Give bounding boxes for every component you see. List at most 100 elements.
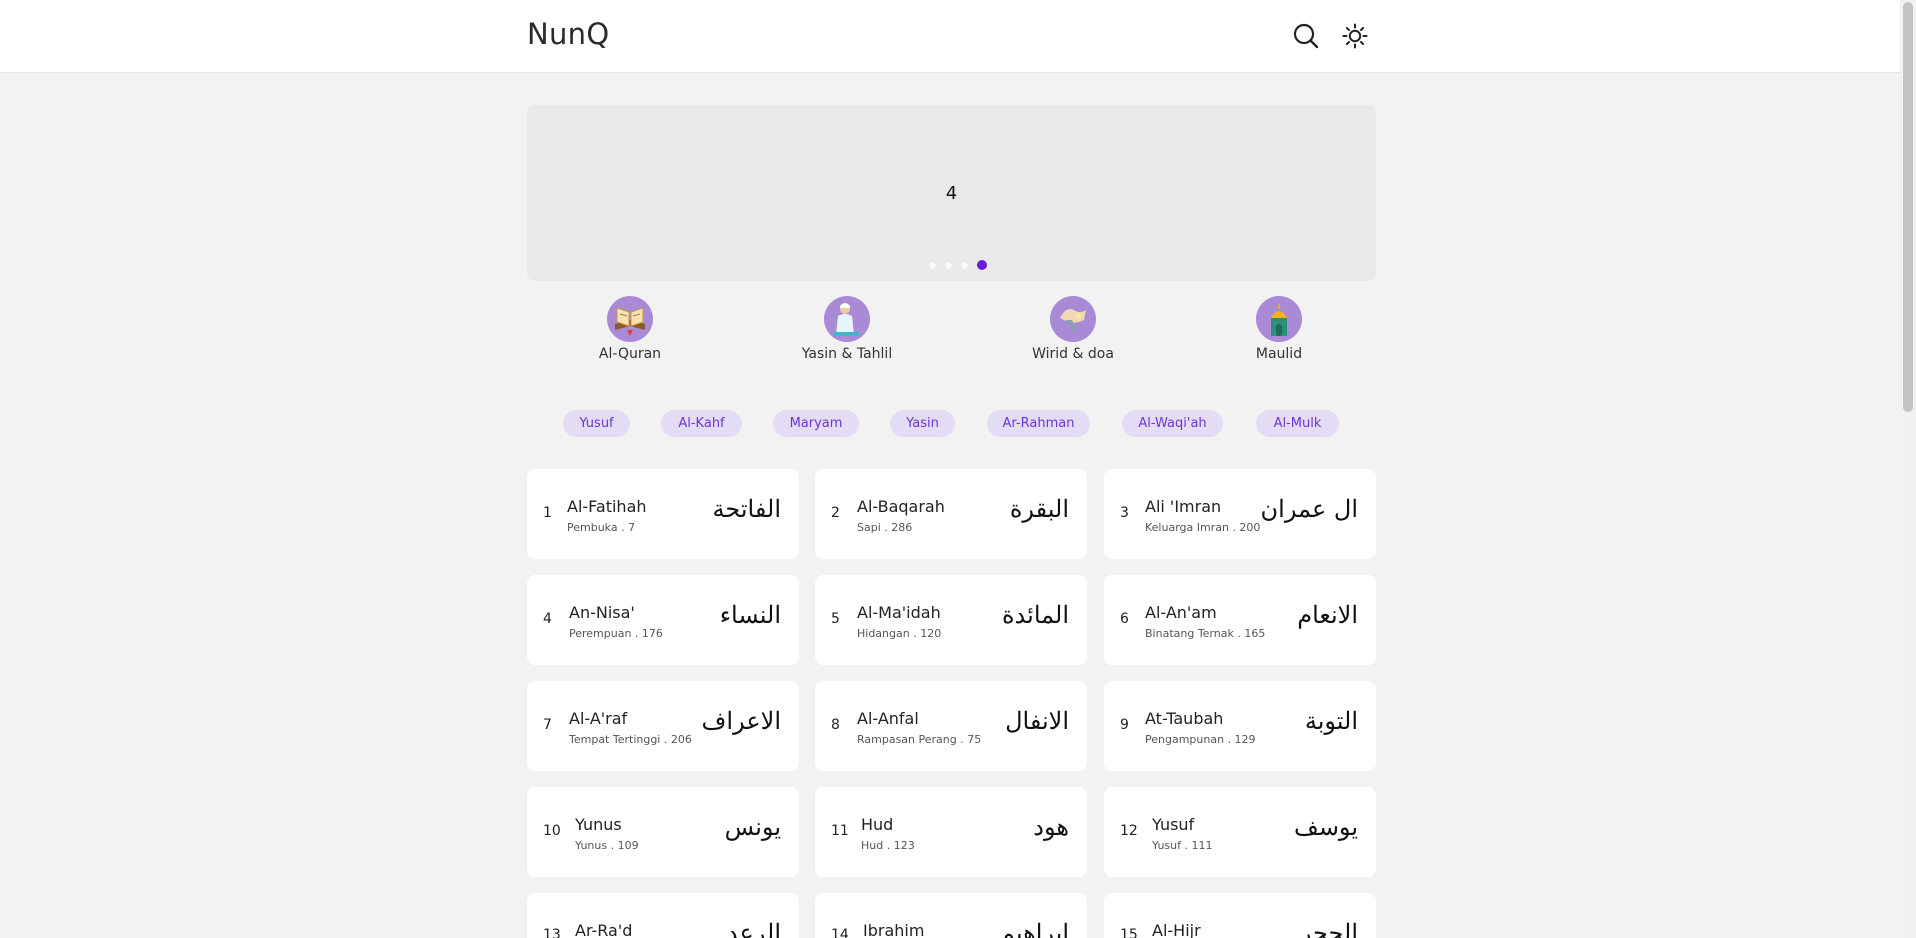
surah-meaning: Perempuan . 176 [569, 627, 663, 640]
surah-number: 2 [831, 505, 840, 521]
theme-toggle-button[interactable] [1337, 18, 1373, 54]
prayer-hands-icon [1050, 296, 1096, 342]
quick-link-chip[interactable]: Al-Mulk [1256, 410, 1339, 437]
surah-name: Al-An'am [1145, 603, 1217, 622]
surah-card[interactable]: 14 Ibrahim ابراهيم [815, 893, 1087, 938]
carousel-slide-number: 4 [945, 183, 958, 204]
surah-card[interactable]: 3 Ali 'Imran Keluarga Imran . 200 ال عمر… [1104, 469, 1376, 559]
surah-name: An-Nisa' [569, 603, 635, 622]
surah-name: Hud [861, 815, 894, 834]
surah-card[interactable]: 13 Ar-Ra'd الرعد [527, 893, 799, 938]
surah-name: Ibrahim [863, 921, 925, 938]
menu-item-maulid[interactable]: Maulid [1189, 296, 1369, 362]
surah-number: 3 [1120, 505, 1129, 521]
praying-person-icon [824, 296, 870, 342]
menu-item-al-quran[interactable]: Al-Quran [540, 296, 720, 362]
surah-card[interactable]: 15 Al-Hijr الحجر [1104, 893, 1376, 938]
surah-arabic-name: المائدة [1001, 601, 1069, 629]
surah-name: Yunus [575, 815, 622, 834]
surah-meaning: Yunus . 109 [575, 839, 639, 852]
surah-card[interactable]: 1 Al-Fatihah Pembuka . 7 الفاتحة [527, 469, 799, 559]
carousel-dot[interactable] [929, 262, 936, 269]
surah-card[interactable]: 8 Al-Anfal Rampasan Perang . 75 الانفال [815, 681, 1087, 771]
carousel-pagination [0, 260, 1916, 270]
page-scrollbar[interactable] [1900, 0, 1916, 938]
carousel-dot[interactable] [945, 262, 952, 269]
surah-meaning: Binatang Ternak . 165 [1145, 627, 1266, 640]
surah-arabic-name: الانعام [1297, 601, 1358, 629]
app-logo[interactable]: NunQ [527, 17, 609, 51]
surah-number: 8 [831, 717, 840, 733]
surah-card[interactable]: 6 Al-An'am Binatang Ternak . 165 الانعام [1104, 575, 1376, 665]
surah-arabic-name: هود [1033, 813, 1069, 841]
surah-card[interactable]: 2 Al-Baqarah Sapi . 286 البقرة [815, 469, 1087, 559]
surah-number: 14 [831, 927, 849, 938]
surah-number: 13 [543, 927, 561, 938]
surah-meaning: Hidangan . 120 [857, 627, 942, 640]
menu-item-label: Maulid [1255, 346, 1303, 362]
scrollbar-thumb[interactable] [1903, 2, 1913, 412]
carousel-dot-active[interactable] [977, 260, 987, 270]
sun-icon [1342, 23, 1368, 49]
surah-name: Al-Ma'idah [857, 603, 941, 622]
surah-arabic-name: يوسف [1293, 813, 1358, 841]
surah-number: 5 [831, 611, 840, 627]
surah-name: Al-Fatihah [567, 497, 647, 516]
carousel-dot[interactable] [961, 262, 968, 269]
surah-card[interactable]: 4 An-Nisa' Perempuan . 176 النساء [527, 575, 799, 665]
search-button[interactable] [1288, 18, 1324, 54]
surah-number: 12 [1120, 823, 1138, 839]
quick-link-chip[interactable]: Al-Kahf [661, 410, 742, 437]
surah-card[interactable]: 7 Al-A'raf Tempat Tertinggi . 206 الاعرا… [527, 681, 799, 771]
surah-name: Al-A'raf [569, 709, 628, 728]
surah-number: 1 [543, 505, 552, 521]
surah-meaning: Hud . 123 [861, 839, 915, 852]
surah-meaning: Rampasan Perang . 75 [857, 733, 982, 746]
surah-arabic-name: الانفال [1005, 707, 1069, 735]
menu-item-yasin-tahlil[interactable]: Yasin & Tahlil [757, 296, 937, 362]
surah-meaning: Pembuka . 7 [567, 521, 636, 534]
surah-number: 15 [1120, 927, 1138, 938]
surah-card[interactable]: 5 Al-Ma'idah Hidangan . 120 المائدة [815, 575, 1087, 665]
menu-item-label: Wirid & doa [1032, 346, 1114, 362]
surah-meaning: Yusuf . 111 [1152, 839, 1213, 852]
surah-arabic-name: النساء [719, 601, 781, 629]
surah-arabic-name: ال عمران [1260, 495, 1358, 523]
surah-number: 9 [1120, 717, 1129, 733]
surah-arabic-name: الرعد [726, 919, 781, 938]
quick-link-chip[interactable]: Yasin [890, 410, 955, 437]
surah-name: Al-Hijr [1152, 921, 1201, 938]
surah-name: Ar-Ra'd [575, 921, 633, 938]
app-header: NunQ [0, 0, 1900, 73]
surah-arabic-name: الحجر [1299, 919, 1358, 938]
surah-arabic-name: الفاتحة [712, 495, 781, 523]
surah-card[interactable]: 9 At-Taubah Pengampunan . 129 التوبة [1104, 681, 1376, 771]
quick-link-chip[interactable]: Maryam [773, 410, 859, 437]
surah-name: At-Taubah [1145, 709, 1224, 728]
quick-link-chip[interactable]: Al-Waqi'ah [1122, 410, 1223, 437]
surah-number: 7 [543, 717, 552, 733]
surah-number: 6 [1120, 611, 1129, 627]
search-icon [1293, 23, 1319, 49]
menu-item-wirid-doa[interactable]: Wirid & doa [983, 296, 1163, 362]
surah-meaning: Pengampunan . 129 [1145, 733, 1256, 746]
surah-card[interactable]: 12 Yusuf Yusuf . 111 يوسف [1104, 787, 1376, 877]
surah-arabic-name: الاعراف [701, 707, 781, 735]
quran-book-icon [607, 296, 653, 342]
surah-card[interactable]: 11 Hud Hud . 123 هود [815, 787, 1087, 877]
surah-name: Al-Baqarah [857, 497, 945, 516]
quick-link-chip[interactable]: Yusuf [563, 410, 630, 437]
surah-arabic-name: ابراهيم [999, 919, 1069, 938]
surah-number: 10 [543, 823, 561, 839]
surah-name: Ali 'Imran [1145, 497, 1222, 516]
surah-card[interactable]: 10 Yunus Yunus . 109 يونس [527, 787, 799, 877]
surah-meaning: Tempat Tertinggi . 206 [569, 733, 692, 746]
surah-name: Yusuf [1152, 815, 1195, 834]
banner-carousel[interactable]: 4 [527, 105, 1376, 281]
surah-meaning: Keluarga Imran . 200 [1145, 521, 1261, 534]
menu-item-label: Al-Quran [598, 346, 662, 362]
quick-link-chip[interactable]: Ar-Rahman [987, 410, 1090, 437]
surah-meaning: Sapi . 286 [857, 521, 913, 534]
surah-arabic-name: يونس [724, 813, 781, 841]
surah-name: Al-Anfal [857, 709, 919, 728]
